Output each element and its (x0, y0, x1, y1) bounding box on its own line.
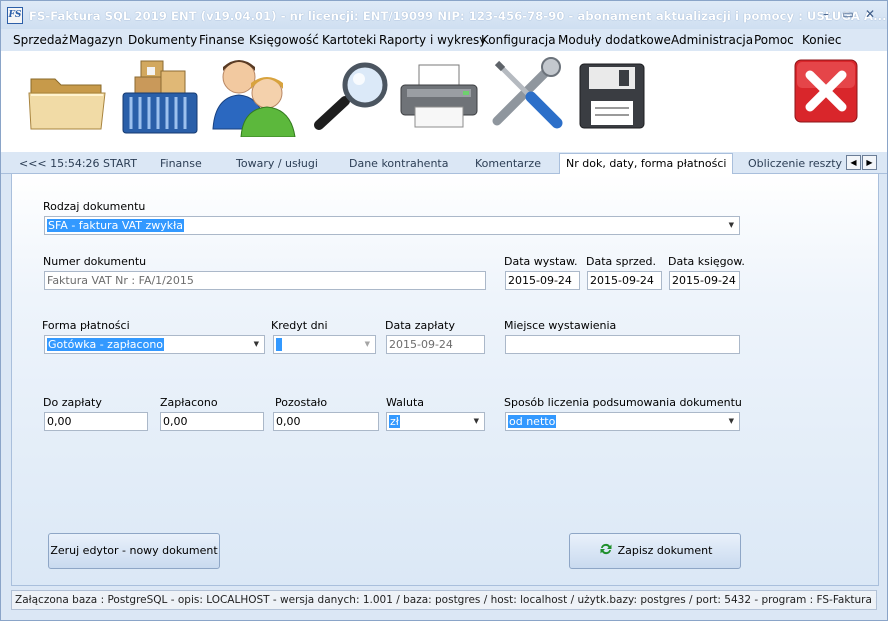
tab-obliczenie-reszty[interactable]: Obliczenie reszty (748, 157, 842, 170)
tab-prev-arrow-icon[interactable]: ◀ (846, 155, 861, 170)
basket-icon[interactable] (121, 59, 199, 135)
numer-label: Numer dokumentu (43, 255, 147, 268)
tools-icon[interactable] (489, 57, 565, 131)
forma-platnosci-label: Forma płatności (42, 319, 130, 332)
menu-bar: Sprzedaż Magazyn Dokumenty Finanse Księg… (1, 29, 887, 51)
data-wystaw-label: Data wystaw. (504, 255, 578, 268)
tab-start[interactable]: <<< 15:54:26 START (19, 157, 137, 170)
tab-komentarze[interactable]: Komentarze (475, 157, 541, 170)
menu-sprzedaz[interactable]: Sprzedaż (13, 33, 68, 47)
window-title: FS-Faktura SQL 2019 ENT (v19.04.01) - nr… (29, 9, 887, 23)
data-zaplaty-field[interactable]: 2015-09-24 (386, 335, 485, 354)
menu-moduly[interactable]: Moduły dodatkowe (558, 33, 671, 47)
menu-kartoteki[interactable]: Kartoteki (322, 33, 376, 47)
document-form-panel: Rodzaj dokumentu SFA - faktura VAT zwykł… (11, 174, 879, 586)
title-bar: FS FS-Faktura SQL 2019 ENT (v19.04.01) -… (1, 1, 887, 29)
tab-next-arrow-icon[interactable]: ▶ (862, 155, 877, 170)
zaplacono-field[interactable]: 0,00 (160, 412, 264, 431)
chevron-down-icon: ▼ (473, 417, 479, 425)
minimize-button[interactable]: – (819, 8, 833, 20)
menu-konfiguracja[interactable]: Konfiguracja (481, 33, 556, 47)
menu-magazyn[interactable]: Magazyn (69, 33, 123, 47)
menu-koniec[interactable]: Koniec (802, 33, 842, 47)
chevron-down-icon: ▼ (728, 417, 734, 425)
app-logo-icon: FS (7, 7, 23, 24)
waluta-label: Waluta (386, 396, 424, 409)
search-icon[interactable] (313, 61, 395, 131)
reset-editor-button[interactable]: Zeruj edytor - nowy dokument (48, 533, 220, 569)
save-document-label: Zapisz dokument (617, 544, 713, 557)
tab-towary[interactable]: Towary / usługi (236, 157, 318, 170)
chevron-down-icon: ▼ (364, 340, 370, 348)
chevron-down-icon: ▼ (253, 340, 259, 348)
status-bar: Załączona baza : PostgreSQL - opis: LOCA… (11, 590, 877, 610)
numer-dokumentu-field[interactable]: Faktura VAT Nr : FA/1/2015 (44, 271, 486, 290)
menu-administracja[interactable]: Administracja (671, 33, 753, 47)
pozostalo-label: Pozostało (275, 396, 328, 409)
save-icon[interactable] (579, 63, 645, 129)
chevron-down-icon: ▼ (728, 221, 734, 229)
tab-dane-kontrahenta[interactable]: Dane kontrahenta (349, 157, 448, 170)
app-window: FS FS-Faktura SQL 2019 ENT (v19.04.01) -… (0, 0, 888, 621)
maximize-button[interactable]: ▭ (841, 8, 855, 20)
sposob-label: Sposób liczenia podsumowania dokumentu (504, 396, 742, 409)
folder-icon[interactable] (27, 71, 107, 133)
refresh-icon (600, 543, 612, 555)
waluta-select[interactable]: zł ▼ (386, 412, 485, 431)
close-window-button[interactable]: ✕ (863, 8, 877, 20)
data-zaplaty-label: Data zapłaty (385, 319, 455, 332)
do-zaplaty-label: Do zapłaty (43, 396, 102, 409)
rodzaj-dokumentu-select[interactable]: SFA - faktura VAT zwykła ▼ (44, 216, 740, 235)
data-ksieg-label: Data księgow. (668, 255, 745, 268)
data-sprzed-field[interactable]: 2015-09-24 (587, 271, 662, 290)
do-zaplaty-field[interactable]: 0,00 (44, 412, 148, 431)
data-sprzed-label: Data sprzed. (586, 255, 657, 268)
tab-strip: <<< 15:54:26 START Finanse Towary / usłu… (1, 152, 887, 175)
rodzaj-label: Rodzaj dokumentu (43, 200, 146, 213)
miejsce-wystawienia-field[interactable] (505, 335, 740, 354)
data-ksieg-field[interactable]: 2015-09-24 (669, 271, 740, 290)
tab-finanse[interactable]: Finanse (160, 157, 202, 170)
zaplacono-label: Zapłacono (160, 396, 218, 409)
printer-icon[interactable] (399, 63, 479, 129)
toolbar (1, 51, 887, 152)
forma-platnosci-select[interactable]: Gotówka - zapłacono ▼ (44, 335, 265, 354)
menu-pomoc[interactable]: Pomoc (754, 33, 794, 47)
miejsce-label: Miejsce wystawienia (504, 319, 617, 332)
menu-ksiegowosc[interactable]: Księgowość (249, 33, 319, 47)
save-document-button[interactable]: Zapisz dokument (569, 533, 741, 569)
menu-finanse[interactable]: Finanse (199, 33, 245, 47)
pozostalo-field[interactable]: 0,00 (273, 412, 379, 431)
kredyt-dni-select[interactable]: ▼ (273, 335, 376, 354)
menu-raporty[interactable]: Raporty i wykresy (379, 33, 486, 47)
data-wystaw-field[interactable]: 2015-09-24 (505, 271, 580, 290)
kredyt-dni-label: Kredyt dni (271, 319, 328, 332)
close-red-icon[interactable] (794, 59, 858, 123)
contractors-icon[interactable] (211, 57, 297, 137)
menu-dokumenty[interactable]: Dokumenty (128, 33, 197, 47)
tab-nr-dok[interactable]: Nr dok, daty, forma płatności (559, 153, 734, 175)
sposob-liczenia-select[interactable]: od netto ▼ (505, 412, 740, 431)
